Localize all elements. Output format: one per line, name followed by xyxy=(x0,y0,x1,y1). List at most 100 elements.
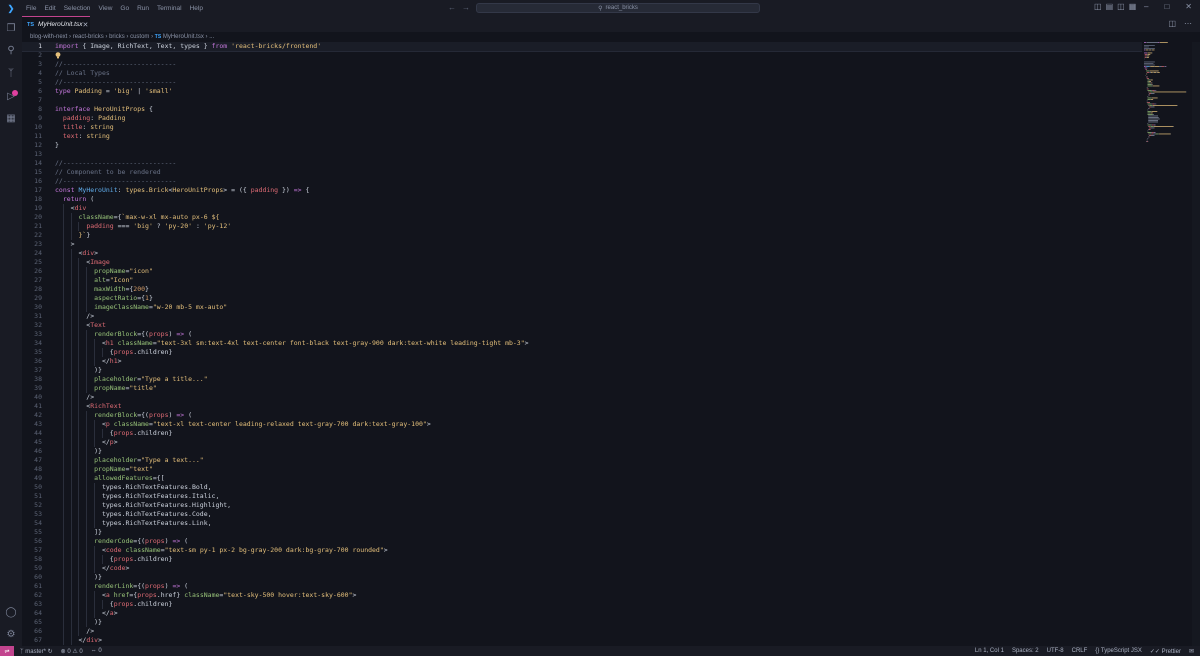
code-line[interactable]: 51 types.RichTextFeatures.Italic, xyxy=(22,492,1142,501)
code-line[interactable]: 59 </code> xyxy=(22,564,1142,573)
code-line[interactable]: 38 placeholder="Type a title..." xyxy=(22,375,1142,384)
menu-item-view[interactable]: View xyxy=(94,5,116,12)
code-line[interactable]: 36 </h1> xyxy=(22,357,1142,366)
code-line[interactable]: 29 aspectRatio={1} xyxy=(22,294,1142,303)
code-line[interactable]: 16 //----------------------------- xyxy=(22,177,1142,186)
code-line[interactable]: 23 > xyxy=(22,240,1142,249)
settings-gear-icon[interactable]: ⚙ xyxy=(5,628,17,640)
cursor-position[interactable]: Ln 1, Col 1 xyxy=(975,648,1004,654)
problems-status[interactable]: ⊗ 0 ⚠ 0 xyxy=(61,648,83,655)
code-line[interactable]: 53 types.RichTextFeatures.Code, xyxy=(22,510,1142,519)
menu-item-help[interactable]: Help xyxy=(186,5,207,12)
maximize-icon[interactable]: □ xyxy=(1164,2,1169,11)
code-line[interactable]: 27 alt="Icon" xyxy=(22,276,1142,285)
code-line[interactable]: 60 )} xyxy=(22,573,1142,582)
notifications-icon[interactable]: ✉ xyxy=(1189,648,1194,655)
code-line[interactable]: 63 {props.children} xyxy=(22,600,1142,609)
code-line[interactable]: 39 propName="title" xyxy=(22,384,1142,393)
command-center[interactable]: ⚲ react_bricks xyxy=(476,3,760,13)
menu-item-file[interactable]: File xyxy=(22,5,40,12)
code-line[interactable]: 47 placeholder="Type a text..." xyxy=(22,456,1142,465)
code-line[interactable]: 25 <Image xyxy=(22,258,1142,267)
breadcrumb-item[interactable]: MyHeroUnit.tsx xyxy=(163,34,204,40)
code-line[interactable]: 15 // Component to be rendered xyxy=(22,168,1142,177)
code-line[interactable]: 62 <a href={props.href} className="text-… xyxy=(22,591,1142,600)
code-line[interactable]: 4 // Local Types xyxy=(22,69,1142,78)
code-line[interactable]: 24 <div> xyxy=(22,249,1142,258)
close-window-icon[interactable]: ✕ xyxy=(1185,2,1192,11)
minimap[interactable] xyxy=(1144,42,1188,146)
code-line[interactable]: 56 renderCode={(props) => ( xyxy=(22,537,1142,546)
breadcrumb-item[interactable]: bricks xyxy=(109,34,125,40)
language-mode[interactable]: {} TypeScript JSX xyxy=(1095,648,1142,654)
code-line[interactable]: 5 //----------------------------- xyxy=(22,78,1142,87)
code-line[interactable]: 17 const MyHeroUnit: types.Brick<HeroUnit… xyxy=(22,186,1142,195)
code-line[interactable]: 3 //----------------------------- xyxy=(22,60,1142,69)
menu-item-run[interactable]: Run xyxy=(133,5,153,12)
code-line[interactable]: 61 renderLink={(props) => ( xyxy=(22,582,1142,591)
code-line[interactable]: 18 return ( xyxy=(22,195,1142,204)
menu-item-terminal[interactable]: Terminal xyxy=(153,5,186,12)
code-line[interactable]: 58 {props.children} xyxy=(22,555,1142,564)
nav-arrows[interactable]: ←→ xyxy=(448,3,476,12)
account-icon[interactable]: ◯ xyxy=(5,606,17,618)
menu-item-edit[interactable]: Edit xyxy=(40,5,59,12)
run-debug-icon[interactable]: ▷ xyxy=(5,90,17,102)
code-line[interactable]: 54 types.RichTextFeatures.Link, xyxy=(22,519,1142,528)
code-line[interactable]: 13 xyxy=(22,150,1142,159)
code-line[interactable]: 1 import { Image, RichText, Text, types }… xyxy=(22,42,1142,52)
code-line[interactable]: 21 padding === 'big' ? 'py-20' : 'py-12' xyxy=(22,222,1142,231)
encoding[interactable]: UTF-8 xyxy=(1047,648,1064,654)
code-line[interactable]: 55 ]} xyxy=(22,528,1142,537)
code-line[interactable]: 35 {props.children} xyxy=(22,348,1142,357)
code-line[interactable]: 26 propName="icon" xyxy=(22,267,1142,276)
customize-layout-icon[interactable]: ▦ xyxy=(1129,2,1137,11)
split-editor-icon[interactable]: ◫ xyxy=(1168,19,1176,28)
code-line[interactable]: 7 xyxy=(22,96,1142,105)
code-line[interactable]: 20 className={`max-w-xl mx-auto px-6 ${ xyxy=(22,213,1142,222)
close-icon[interactable]: ✕ xyxy=(82,21,88,29)
breadcrumb-item[interactable]: ... xyxy=(209,34,214,40)
breadcrumb-item[interactable]: blog-with-next xyxy=(30,34,67,40)
breadcrumb-item[interactable]: custom xyxy=(130,34,149,40)
code-line[interactable]: 14 //----------------------------- xyxy=(22,159,1142,168)
extensions-icon[interactable]: ▦ xyxy=(5,112,17,124)
minimize-icon[interactable]: – xyxy=(1144,2,1148,11)
lightbulb-icon[interactable] xyxy=(55,52,61,59)
code-line[interactable]: 64 </a> xyxy=(22,609,1142,618)
code-line[interactable]: 43 <p className="text-xl text-center lea… xyxy=(22,420,1142,429)
code-line[interactable]: 6 type Padding = 'big' | 'small' xyxy=(22,87,1142,96)
code-line[interactable]: 32 <Text xyxy=(22,321,1142,330)
code-line[interactable]: 52 types.RichTextFeatures.Highlight, xyxy=(22,501,1142,510)
menu-item-go[interactable]: Go xyxy=(116,5,133,12)
code-line[interactable]: 37 )} xyxy=(22,366,1142,375)
code-line[interactable]: 49 allowedFeatures={[ xyxy=(22,474,1142,483)
tab-myherounit[interactable]: TS MyHeroUnit.tsx ✕ xyxy=(22,16,90,32)
toggle-secondary-sidebar-icon[interactable]: ◫ xyxy=(1117,2,1125,11)
code-line[interactable]: 41 <RichText xyxy=(22,402,1142,411)
code-line[interactable]: 44 {props.children} xyxy=(22,429,1142,438)
code-line[interactable]: 8 interface HeroUnitProps { xyxy=(22,105,1142,114)
code-line[interactable]: 31 /> xyxy=(22,312,1142,321)
formatter-status[interactable]: ✓✓ Prettier xyxy=(1150,648,1181,655)
code-line[interactable]: 48 propName="text" xyxy=(22,465,1142,474)
search-icon[interactable]: ⚲ xyxy=(5,44,17,56)
code-line[interactable]: 2 xyxy=(22,51,1142,60)
code-line[interactable]: 9 padding: Padding xyxy=(22,114,1142,123)
code-line[interactable]: 46 )} xyxy=(22,447,1142,456)
ports-status[interactable]: ⇔ 0 xyxy=(91,648,102,654)
code-line[interactable]: 22 }`} xyxy=(22,231,1142,240)
indentation[interactable]: Spaces: 2 xyxy=(1012,648,1039,654)
code-line[interactable]: 66 /> xyxy=(22,627,1142,636)
more-actions-icon[interactable]: ⋯ xyxy=(1184,19,1192,28)
code-line[interactable]: 40 /> xyxy=(22,393,1142,402)
remote-indicator-icon[interactable]: ⇌ xyxy=(0,646,14,656)
code-line[interactable]: 57 <code className="text-sm py-1 px-2 bg… xyxy=(22,546,1142,555)
code-line[interactable]: 10 title: string xyxy=(22,123,1142,132)
code-line[interactable]: 50 types.RichTextFeatures.Bold, xyxy=(22,483,1142,492)
code-line[interactable]: 33 renderBlock={(props) => ( xyxy=(22,330,1142,339)
code-line[interactable]: 30 imageClassName="w-20 mb-5 mx-auto" xyxy=(22,303,1142,312)
toggle-sidebar-icon[interactable]: ◫ xyxy=(1094,2,1102,11)
explorer-icon[interactable]: ❐ xyxy=(5,22,17,34)
code-line[interactable]: 19 <div xyxy=(22,204,1142,213)
